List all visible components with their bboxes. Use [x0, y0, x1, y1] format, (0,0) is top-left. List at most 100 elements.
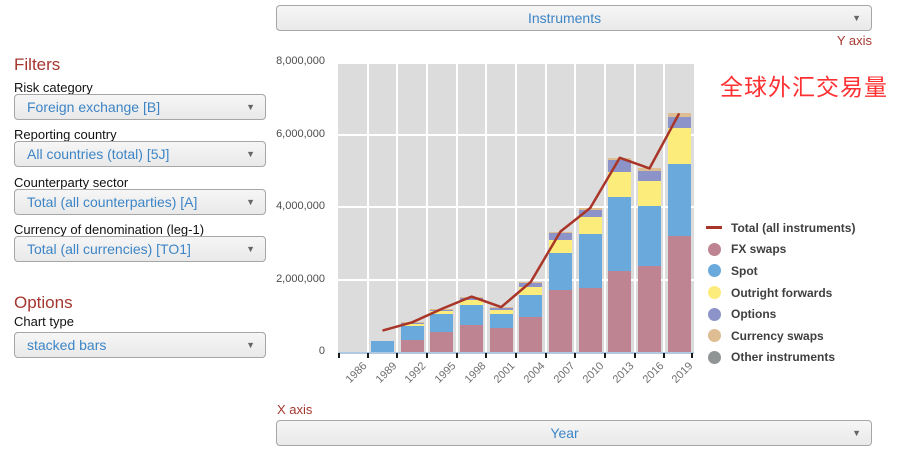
chevron-down-icon: ▼: [852, 429, 871, 438]
bar-segment[interactable]: [608, 197, 631, 271]
dot-swatch: [708, 329, 721, 342]
bar-segment[interactable]: [579, 217, 602, 234]
reporting-country-value: All countries (total) [5J]: [15, 146, 246, 162]
bar-segment[interactable]: [579, 234, 602, 288]
y-axis-note: Y axis: [276, 33, 872, 48]
x-axis-note: X axis: [277, 402, 312, 417]
v-gridline: [515, 62, 517, 352]
dot-swatch: [708, 243, 721, 256]
x-axis-dimension-value: Year: [277, 425, 852, 441]
legend-item[interactable]: FX swaps: [706, 239, 855, 261]
legend-dot-icon: [706, 286, 722, 299]
bar-segment[interactable]: [490, 314, 513, 328]
y-tick-label: 4,000,000: [276, 200, 325, 212]
bar-segment[interactable]: [460, 300, 483, 305]
bar-segment[interactable]: [490, 328, 513, 352]
chart-type-label: Chart type: [14, 314, 74, 329]
bar-segment[interactable]: [401, 326, 424, 340]
y-tick-label: 8,000,000: [276, 55, 325, 67]
v-gridline: [663, 62, 665, 352]
bar-segment[interactable]: [519, 283, 542, 287]
counterparty-sector-value: Total (all counterparties) [A]: [15, 194, 246, 210]
legend-label: Options: [731, 307, 776, 321]
legend-item[interactable]: Options: [706, 303, 855, 325]
chart-legend: Total (all instruments)FX swapsSpotOutri…: [706, 217, 855, 368]
risk-category-select[interactable]: Foreign exchange [B] ▼: [14, 94, 266, 120]
bar-segment[interactable]: [668, 117, 691, 128]
x-axis-dimension-select[interactable]: Year ▼: [276, 420, 872, 446]
counterparty-sector-label: Counterparty sector: [14, 175, 128, 190]
bar-segment[interactable]: [430, 332, 453, 352]
dot-swatch: [708, 351, 721, 364]
bar-segment[interactable]: [638, 206, 661, 266]
dot-swatch: [708, 308, 721, 321]
bar-segment[interactable]: [460, 297, 483, 300]
risk-category-value: Foreign exchange [B]: [15, 99, 246, 115]
legend-item[interactable]: Total (all instruments): [706, 217, 855, 239]
v-gridline: [604, 62, 606, 352]
bar-segment[interactable]: [490, 307, 513, 309]
bar-segment[interactable]: [638, 266, 661, 352]
y-tick-label: 0: [319, 345, 325, 357]
bar-segment[interactable]: [668, 128, 691, 164]
counterparty-sector-select[interactable]: Total (all counterparties) [A] ▼: [14, 189, 266, 215]
legend-dot-icon: [706, 329, 722, 342]
v-gridline: [634, 62, 636, 352]
bar-segment[interactable]: [638, 181, 661, 206]
reporting-country-select[interactable]: All countries (total) [5J] ▼: [14, 141, 266, 167]
legend-dot-icon: [706, 351, 722, 364]
bar-segment[interactable]: [579, 288, 602, 352]
bar-segment[interactable]: [519, 282, 542, 283]
bar-segment[interactable]: [608, 271, 631, 352]
filters-heading: Filters: [14, 55, 60, 75]
legend-dot-icon: [706, 243, 722, 256]
chart-type-select[interactable]: stacked bars ▼: [14, 332, 266, 358]
bar-segment[interactable]: [549, 233, 572, 241]
bar-segment[interactable]: [430, 311, 453, 315]
bar-segment[interactable]: [371, 341, 394, 352]
bar-segment[interactable]: [579, 208, 602, 210]
bar-segment[interactable]: [460, 325, 483, 352]
bar-segment[interactable]: [519, 287, 542, 295]
bar-segment[interactable]: [401, 324, 424, 326]
y-axis-dimension-select[interactable]: Instruments ▼: [276, 5, 872, 31]
legend-item[interactable]: Outright forwards: [706, 282, 855, 304]
bar-segment[interactable]: [430, 314, 453, 332]
currency-denomination-select[interactable]: Total (all currencies) [TO1] ▼: [14, 236, 266, 262]
legend-dot-icon: [706, 308, 722, 321]
risk-category-label: Risk category: [14, 80, 93, 95]
bar-segment[interactable]: [668, 164, 691, 236]
bar-segment[interactable]: [608, 172, 631, 197]
legend-item[interactable]: Other instruments: [706, 347, 855, 369]
chevron-down-icon: ▼: [852, 14, 871, 23]
bar-segment[interactable]: [608, 158, 631, 160]
bar-segment[interactable]: [430, 309, 453, 310]
v-gridline: [456, 62, 458, 352]
bar-segment[interactable]: [401, 340, 424, 352]
options-heading: Options: [14, 293, 73, 313]
bar-segment[interactable]: [519, 295, 542, 318]
currency-denomination-value: Total (all currencies) [TO1]: [15, 241, 246, 257]
bar-segment[interactable]: [608, 160, 631, 172]
legend-item[interactable]: Currency swaps: [706, 325, 855, 347]
bar-segment[interactable]: [401, 323, 424, 324]
bar-segment[interactable]: [490, 310, 513, 315]
v-gridline: [426, 62, 428, 352]
bar-segment[interactable]: [519, 317, 542, 352]
bar-segment[interactable]: [668, 113, 691, 117]
bar-segment[interactable]: [549, 232, 572, 233]
bar-segment[interactable]: [549, 240, 572, 253]
v-gridline: [485, 62, 487, 352]
legend-item[interactable]: Spot: [706, 260, 855, 282]
bar-segment[interactable]: [638, 171, 661, 180]
bar-segment[interactable]: [460, 305, 483, 326]
bar-segment[interactable]: [549, 290, 572, 352]
line-swatch: [706, 226, 722, 229]
bar-segment[interactable]: [638, 168, 661, 171]
legend-dot-icon: [706, 264, 722, 277]
y-axis-dimension-value: Instruments: [277, 10, 852, 26]
bar-segment[interactable]: [549, 253, 572, 289]
legend-line-icon: [706, 226, 722, 229]
bar-segment[interactable]: [668, 236, 691, 352]
bar-segment[interactable]: [579, 210, 602, 218]
